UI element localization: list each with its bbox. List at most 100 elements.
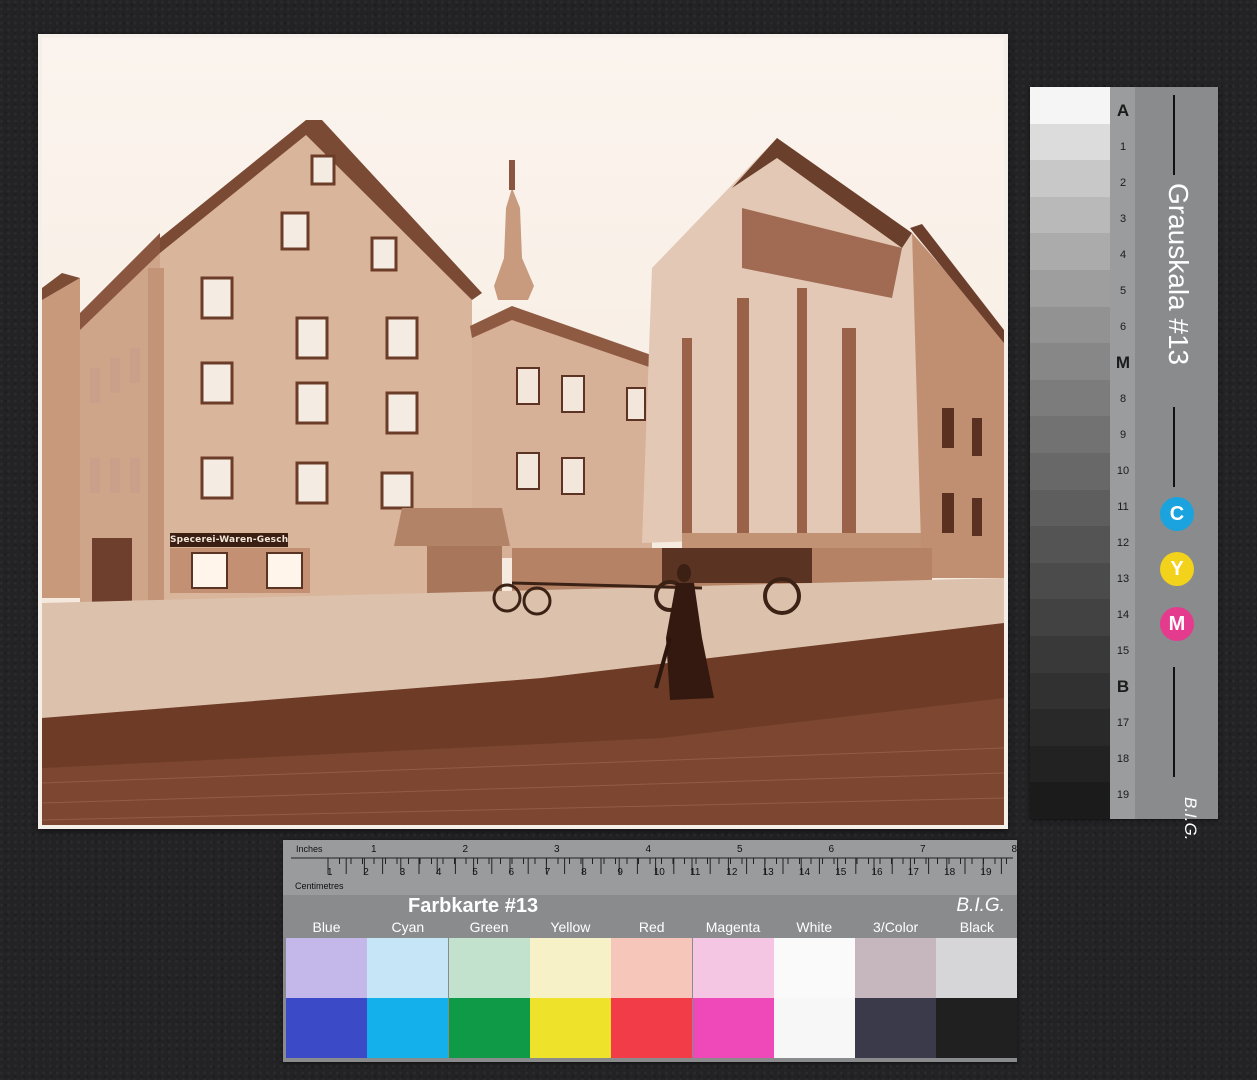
ruler-cm-number: 15 [835,867,847,878]
swatch-dark-3-color [855,998,937,1058]
gray-step [1030,123,1110,161]
color-card: Inches Centimetres 1 2 3 4 5 6 7 8 1 2 3 4 5 6 7 8 9 10 11… [283,840,1018,1062]
ruler-inch-number: 5 [737,844,743,855]
gray-step [1030,599,1110,636]
ruler-cm-number: 6 [508,867,515,878]
ruler-cm-number: 4 [435,867,442,878]
swatch-label: Yellow [550,919,591,935]
ruler-inches-label: Inches [296,844,323,854]
swatch-light-cyan [367,938,449,998]
ruler-cm-number: 19 [980,867,992,878]
ruler-inch-number: 8 [1011,844,1018,855]
sepia-street-photograph: Specerei-Waren-Geschäft [42,38,1004,825]
gray-scale-label: 5 [1119,285,1127,297]
ruler: Inches Centimetres 1 2 3 4 5 6 7 8 1 2 3 4 5 6 7 8 9 10 11… [283,840,1017,895]
ruler-inch-number: 7 [920,844,926,855]
ruler-inch-number: 4 [645,844,652,855]
gray-scale-label: 14 [1116,609,1130,621]
swatch-label: Black [959,919,994,935]
swatch-light-black [936,938,1018,998]
shop-sign: Specerei-Waren-Geschäft [170,533,288,547]
gray-scale-label: 12 [1116,537,1130,549]
swatch-dark-cyan [367,998,449,1058]
grayscale-brand: B.I.G. [1181,797,1200,841]
swatch-dark-blue [286,998,367,1058]
swatch-light-red [611,938,693,998]
swatch-light-magenta [692,938,774,998]
gray-scale-label: 8 [1119,393,1127,405]
gray-scale-label: 6 [1119,321,1127,333]
ruler-cm-number: 10 [653,867,665,878]
cym-dot-y: Y [1160,552,1194,586]
photo-scene [42,120,1004,825]
ruler-cm-number: 13 [762,867,774,878]
gray-step [1030,672,1110,710]
gray-steps [1030,87,1110,819]
gray-scale-label: 1 [1119,141,1127,153]
gray-step [1030,782,1110,819]
ruler-cm-number: 2 [363,867,369,878]
ruler-cm-number: 11 [690,867,701,878]
gray-scale-label: 13 [1116,573,1130,585]
swatch-dark-black [936,998,1018,1058]
swatch-dark-white [773,998,855,1058]
gray-scale-label: 19 [1116,789,1130,801]
swatch-light-blue [286,938,367,998]
gray-scale-label: 9 [1119,429,1127,441]
swatch-dark-magenta [692,998,774,1058]
ruler-inch-number: 1 [371,844,377,855]
gray-step [1030,745,1110,783]
swatch-label: Magenta [705,919,761,935]
swatch-dark-red [611,998,693,1058]
swatch-label: White [796,919,833,935]
gray-step [1030,306,1110,344]
color-card-brand: B.I.G. [956,895,1005,916]
gray-scale-label: 4 [1119,249,1127,261]
swatch-light-green [448,938,530,998]
gray-step [1030,489,1110,527]
gray-step [1030,709,1110,746]
ruler-cm-number: 17 [907,867,919,878]
gray-step [1030,196,1110,234]
swatch-dark-green [448,998,530,1058]
gray-scale-label: A [1116,101,1130,120]
gray-step [1030,343,1110,380]
gray-step [1030,452,1110,490]
cym-dot-m: M [1160,607,1194,641]
woman-figure [677,564,691,582]
swatch-light-3-color [855,938,937,998]
ruler-cm-number: 16 [871,867,883,878]
ruler-cm-number: 14 [798,867,811,878]
church-tower [494,188,534,300]
photograph-mount: Specerei-Waren-Geschäft [38,34,1008,829]
gray-scale-label: 10 [1116,465,1130,477]
color-card-title: Farbkarte #13 [408,895,539,917]
swatch-label: Red [638,919,665,935]
swatch-dark-yellow [529,998,611,1058]
ruler-inch-number: 2 [462,844,469,855]
grayscale-title: Grauskala #13 [1163,183,1194,366]
gray-step [1030,269,1110,307]
swatch-light-yellow [529,938,611,998]
swatch-label: Blue [312,919,341,935]
gray-step [1030,160,1110,197]
gray-scale-label: B [1116,677,1130,696]
ruler-inch-number: 3 [554,844,560,855]
gray-scale-labels: A 1 2 3 4 5 6 M 8 9 10 11 12 13 14 15 B 17 18 19 [1110,87,1135,819]
gray-step [1030,562,1110,600]
gray-scale-label: 3 [1119,213,1127,225]
gray-step [1030,233,1110,270]
gray-scale-label: 17 [1116,717,1130,729]
gray-rule-middle [1173,407,1175,487]
ruler-cm-number: 1 [327,867,333,878]
ruler-cm-number: 3 [399,867,406,878]
swatch-label: Cyan [391,919,425,935]
ruler-cm-number: 18 [944,867,956,878]
ruler-inch-number: 6 [828,844,835,855]
swatch-label: 3/Color [873,919,919,935]
swatch-light-white [773,938,855,998]
swatch-label: Green [469,919,509,935]
gray-step [1030,635,1110,673]
gray-step [1030,87,1110,124]
gray-step [1030,416,1110,453]
